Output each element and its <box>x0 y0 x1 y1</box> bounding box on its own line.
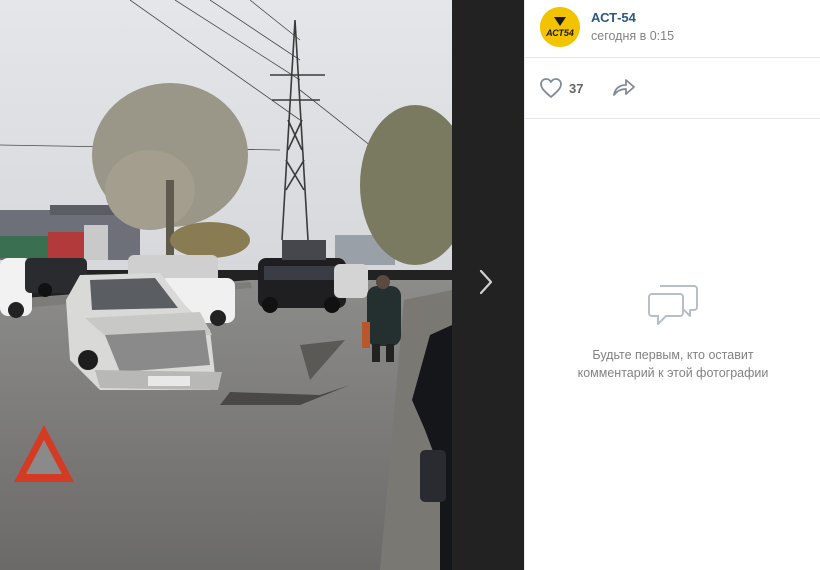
post-actions: 37 <box>525 58 820 119</box>
heart-icon <box>540 78 562 98</box>
share-button[interactable] <box>611 76 639 100</box>
share-arrow-icon <box>613 79 635 96</box>
next-photo-button[interactable] <box>468 262 504 302</box>
photo[interactable] <box>0 0 452 570</box>
chevron-right-icon <box>479 269 493 295</box>
like-count: 37 <box>569 80 584 96</box>
photo-area <box>0 0 524 570</box>
info-panel: АСТ54 АСТ-54 сегодня в 0:15 37 Будьте пе… <box>524 0 820 570</box>
svg-text:АСТ54: АСТ54 <box>545 28 574 38</box>
comments-bubble-icon <box>648 285 698 325</box>
author-name[interactable]: АСТ-54 <box>591 10 636 25</box>
photo-viewer: АСТ54 АСТ-54 сегодня в 0:15 37 Будьте пе… <box>0 0 820 570</box>
post-time[interactable]: сегодня в 0:15 <box>591 29 674 43</box>
avatar[interactable]: АСТ54 <box>540 7 580 47</box>
like-button[interactable]: 37 <box>539 76 583 100</box>
comments-empty-state: Будьте первым, кто оставит комментарий к… <box>525 280 820 382</box>
post-header: АСТ54 АСТ-54 сегодня в 0:15 <box>525 0 820 58</box>
logo-icon: АСТ54 <box>540 7 580 47</box>
comments-empty-text: Будьте первым, кто оставит комментарий к… <box>577 348 769 380</box>
